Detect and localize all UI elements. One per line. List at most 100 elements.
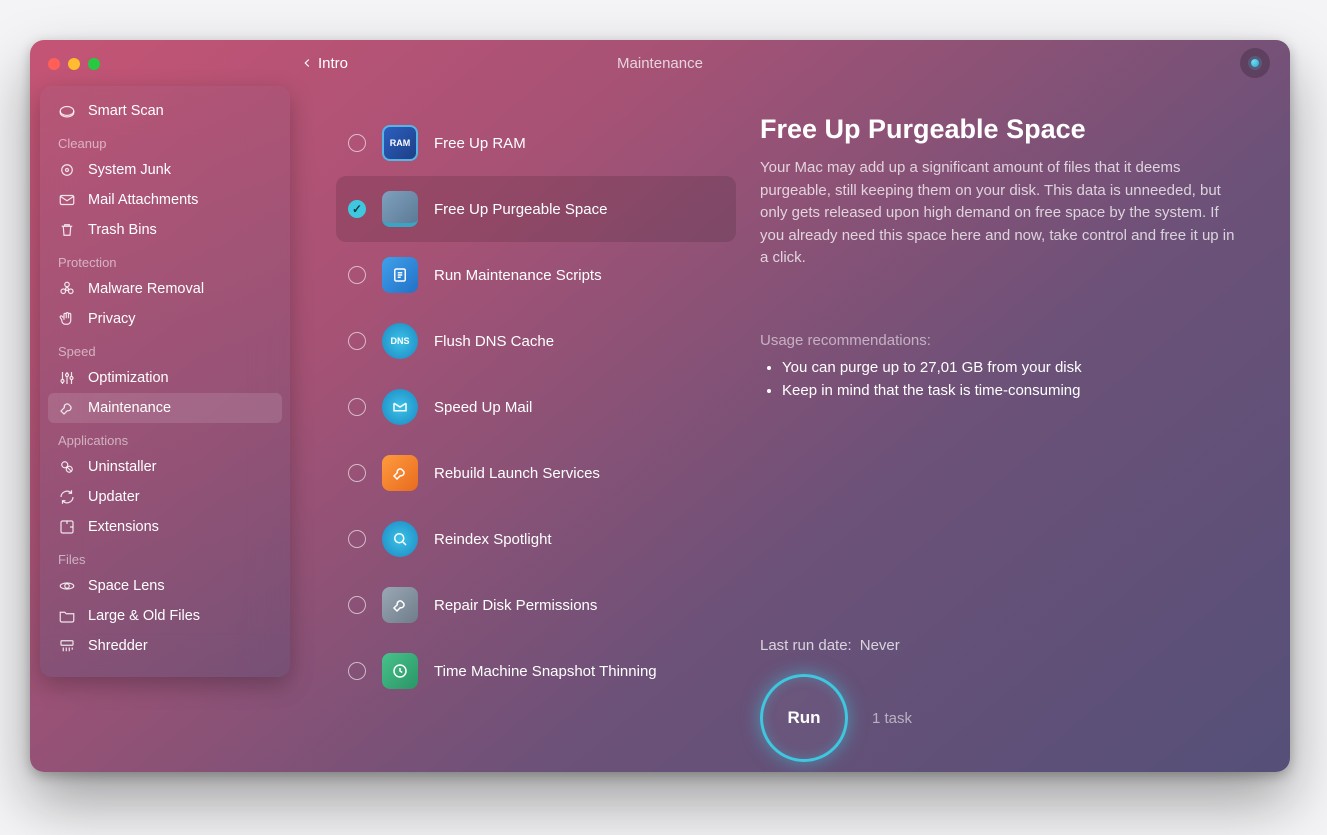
last-run-value: Never [860, 637, 900, 654]
recommendations-label: Usage recommendations: [760, 332, 1246, 349]
maximize-window-button[interactable] [88, 58, 100, 70]
task-icon [382, 191, 418, 227]
sidebar-item-updater[interactable]: Updater [48, 482, 282, 512]
task-checkbox[interactable] [348, 662, 366, 680]
assistant-button[interactable] [1240, 48, 1270, 78]
sidebar-item-label: Updater [88, 489, 140, 505]
sliders-icon [58, 369, 76, 387]
biohazard-icon [58, 280, 76, 298]
trash-icon [58, 221, 76, 239]
recommendation-item: Keep in mind that the task is time-consu… [782, 382, 1246, 399]
task-label: Repair Disk Permissions [434, 597, 597, 614]
run-button-label: Run [787, 708, 820, 728]
sidebar-item-label: Shredder [88, 638, 148, 654]
task-icon [382, 653, 418, 689]
sidebar-section-label: Files [48, 542, 282, 571]
app-window: Intro Maintenance Smart Scan Cleanup Syste… [30, 40, 1290, 772]
sidebar: Smart Scan Cleanup System Junk Mail Attachm… [40, 86, 290, 677]
chevron-left-icon [300, 56, 314, 70]
sidebar-item-space-lens[interactable]: Space Lens [48, 571, 282, 601]
task-icon [382, 587, 418, 623]
sidebar-item-privacy[interactable]: Privacy [48, 304, 282, 334]
task-row[interactable]: Free Up Purgeable Space [336, 176, 736, 242]
detail-description: Your Mac may add up a significant amount… [760, 157, 1240, 270]
sidebar-section-label: Applications [48, 423, 282, 452]
sidebar-section-label: Speed [48, 334, 282, 363]
task-row[interactable]: Repair Disk Permissions [336, 572, 736, 638]
task-row[interactable]: DNS Flush DNS Cache [336, 308, 736, 374]
run-button[interactable]: Run [760, 674, 848, 762]
window-controls [48, 58, 100, 70]
detail-title: Free Up Purgeable Space [760, 114, 1246, 145]
recommendations-list: You can purge up to 27,01 GB from your d… [760, 359, 1246, 405]
sidebar-item-label: Optimization [88, 370, 169, 386]
task-icon [382, 455, 418, 491]
task-label: Rebuild Launch Services [434, 465, 600, 482]
task-checkbox[interactable] [348, 332, 366, 350]
sidebar-item-label: Uninstaller [88, 459, 157, 475]
task-row[interactable]: RAM Free Up RAM [336, 110, 736, 176]
sidebar-item-maintenance[interactable]: Maintenance [48, 393, 282, 423]
task-label: Free Up RAM [434, 135, 526, 152]
orbit-icon [58, 577, 76, 595]
task-checkbox[interactable] [348, 200, 366, 218]
task-icon: DNS [382, 323, 418, 359]
task-row[interactable]: Rebuild Launch Services [336, 440, 736, 506]
task-label: Run Maintenance Scripts [434, 267, 602, 284]
sidebar-item-malware-removal[interactable]: Malware Removal [48, 274, 282, 304]
envelope-icon [58, 191, 76, 209]
back-label: Intro [318, 55, 348, 72]
header: Intro Maintenance [30, 40, 1290, 86]
task-row[interactable]: Run Maintenance Scripts [336, 242, 736, 308]
back-button[interactable]: Intro [300, 55, 348, 72]
task-row[interactable]: Time Machine Snapshot Thinning [336, 638, 736, 704]
sidebar-item-label: Maintenance [88, 400, 171, 416]
folder-icon [58, 607, 76, 625]
sidebar-item-label: Extensions [88, 519, 159, 535]
task-label: Time Machine Snapshot Thinning [434, 663, 657, 680]
sidebar-item-uninstaller[interactable]: Uninstaller [48, 452, 282, 482]
sidebar-item-label: System Junk [88, 162, 171, 178]
task-label: Speed Up Mail [434, 399, 532, 416]
task-checkbox[interactable] [348, 530, 366, 548]
sidebar-section-label: Cleanup [48, 126, 282, 155]
sidebar-item-optimization[interactable]: Optimization [48, 363, 282, 393]
task-icon [382, 257, 418, 293]
task-checkbox[interactable] [348, 596, 366, 614]
sidebar-item-label: Large & Old Files [88, 608, 200, 624]
task-checkbox[interactable] [348, 398, 366, 416]
hand-icon [58, 310, 76, 328]
sidebar-item-smart-scan[interactable]: Smart Scan [48, 96, 282, 126]
minimize-window-button[interactable] [68, 58, 80, 70]
puzzle-icon [58, 518, 76, 536]
sidebar-section-label: Protection [48, 245, 282, 274]
task-row[interactable]: Reindex Spotlight [336, 506, 736, 572]
task-checkbox[interactable] [348, 134, 366, 152]
task-icon [382, 521, 418, 557]
task-label: Flush DNS Cache [434, 333, 554, 350]
sidebar-item-label: Trash Bins [88, 222, 157, 238]
sidebar-item-mail-attachments[interactable]: Mail Attachments [48, 185, 282, 215]
lens-icon [58, 102, 76, 120]
task-icon: RAM [382, 125, 418, 161]
wrench-icon [58, 399, 76, 417]
page-title: Maintenance [30, 55, 1290, 72]
task-list: RAM Free Up RAM Free Up Purgeable Space Run… [300, 86, 750, 772]
sidebar-item-large-old-files[interactable]: Large & Old Files [48, 601, 282, 631]
task-icon [382, 389, 418, 425]
sidebar-item-extensions[interactable]: Extensions [48, 512, 282, 542]
task-label: Free Up Purgeable Space [434, 201, 607, 218]
sidebar-item-trash-bins[interactable]: Trash Bins [48, 215, 282, 245]
task-label: Reindex Spotlight [434, 531, 552, 548]
task-checkbox[interactable] [348, 266, 366, 284]
task-checkbox[interactable] [348, 464, 366, 482]
sidebar-item-label: Smart Scan [88, 103, 164, 119]
sidebar-item-system-junk[interactable]: System Junk [48, 155, 282, 185]
task-row[interactable]: Speed Up Mail [336, 374, 736, 440]
close-window-button[interactable] [48, 58, 60, 70]
last-run-label: Last run date: [760, 637, 852, 654]
update-icon [58, 488, 76, 506]
gear-junk-icon [58, 161, 76, 179]
sidebar-item-label: Privacy [88, 311, 136, 327]
sidebar-item-shredder[interactable]: Shredder [48, 631, 282, 661]
